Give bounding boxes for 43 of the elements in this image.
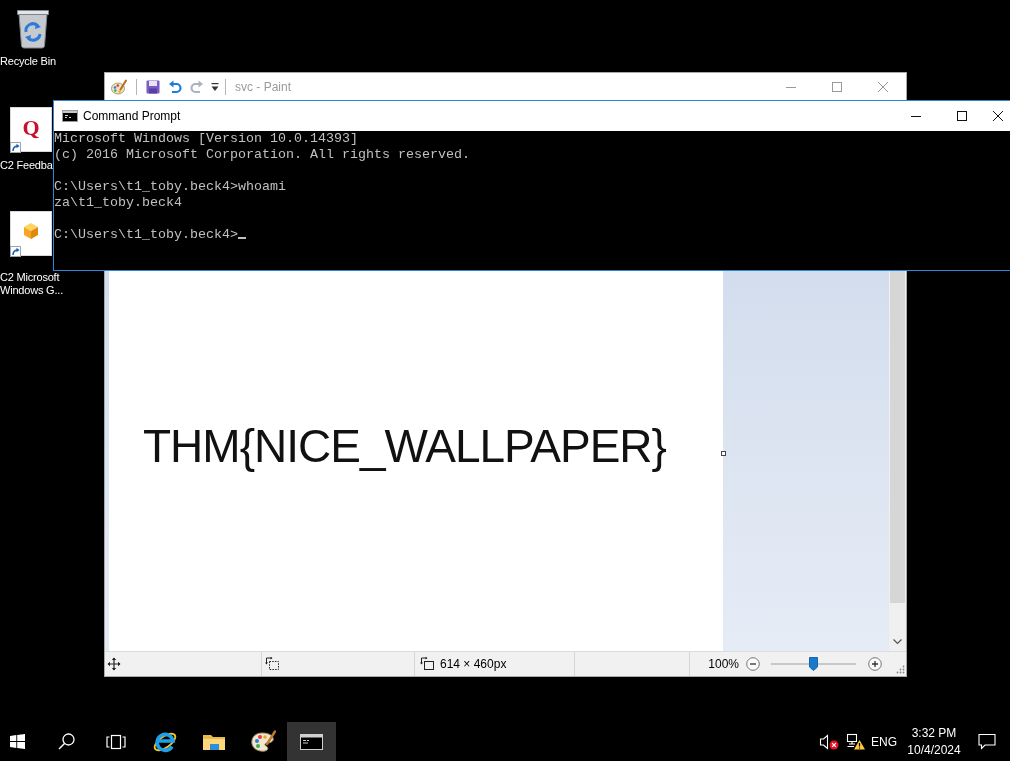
notification-icon[interactable] xyxy=(978,733,996,750)
close-icon[interactable] xyxy=(992,111,1003,121)
zoom-level: 100% xyxy=(708,657,739,671)
caret-icon[interactable] xyxy=(211,82,219,92)
resize-grip-icon[interactable] xyxy=(896,665,905,674)
chevron-down-icon[interactable] xyxy=(893,639,902,645)
resize-handle[interactable] xyxy=(721,451,726,456)
desktop-icon-label[interactable]: C2 Microsoft Windows G... xyxy=(0,271,68,297)
clock-button[interactable]: 3:32 PM 10/4/2024 xyxy=(904,722,964,761)
palette-icon[interactable] xyxy=(249,729,276,754)
vertical-scrollbar[interactable] xyxy=(889,270,906,651)
desktop-icon-label[interactable]: C2 Feedba xyxy=(0,159,53,172)
zoom-in-icon[interactable] xyxy=(868,657,882,671)
move-icon xyxy=(107,657,121,671)
console-line: za\t1_toby.beck4 xyxy=(54,195,182,211)
save-icon[interactable] xyxy=(146,80,160,94)
console-prompt: C:\Users\t1_toby.beck4> xyxy=(54,227,238,242)
windows-logo-icon[interactable] xyxy=(9,734,25,749)
console-icon[interactable] xyxy=(62,110,78,122)
canvas-text: THM{NICE_WALLPAPER} xyxy=(143,420,666,473)
speaker-icon[interactable] xyxy=(819,733,839,750)
console-line: C:\Users\t1_toby.beck4>whoami xyxy=(54,179,286,195)
window-title: Command Prompt xyxy=(83,109,181,123)
window-title: svc - Paint xyxy=(235,80,291,94)
network-icon[interactable] xyxy=(846,733,865,750)
zoom-out-icon[interactable] xyxy=(746,657,760,671)
console-line: (c) 2016 Microsoft Corporation. All rights reserved. xyxy=(54,147,470,163)
selection-icon xyxy=(265,657,279,671)
console-line: Microsoft Windows [Version 10.0.14393] xyxy=(54,131,358,147)
canvas-size-icon xyxy=(420,657,434,671)
app-tile[interactable]: Q xyxy=(10,107,52,152)
taskbar-app-button[interactable] xyxy=(287,722,336,761)
maximize-icon[interactable] xyxy=(957,111,967,121)
console-icon[interactable] xyxy=(300,733,323,750)
undo-icon[interactable] xyxy=(168,80,182,94)
language-button[interactable]: ENG xyxy=(869,722,899,761)
task-view-icon[interactable] xyxy=(105,733,126,750)
cursor-icon xyxy=(237,237,246,239)
desktop-icon-label[interactable]: Recycle Bin xyxy=(0,55,56,68)
slider-thumb[interactable] xyxy=(809,656,818,671)
canvas-size: 614 × 460px xyxy=(440,657,507,671)
search-icon[interactable] xyxy=(58,733,75,750)
cube-icon[interactable] xyxy=(10,211,52,256)
